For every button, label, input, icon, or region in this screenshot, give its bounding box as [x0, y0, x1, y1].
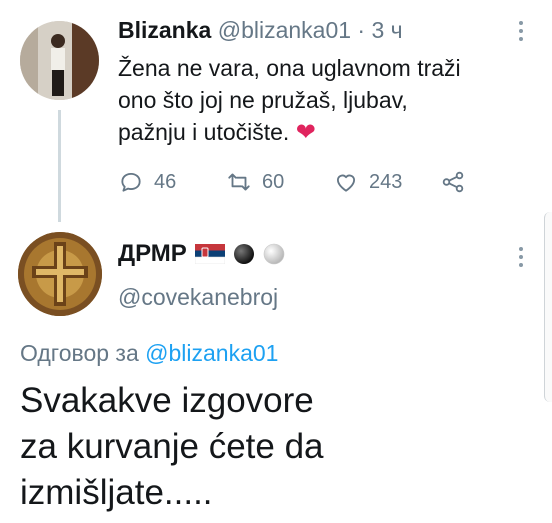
author-handle[interactable]: @covekanebroj	[118, 284, 278, 311]
thread-line	[58, 110, 61, 222]
retweet-icon	[228, 173, 250, 191]
author-handle[interactable]: @blizanka01	[218, 17, 351, 43]
like-icon	[336, 174, 356, 192]
more-icon[interactable]	[517, 247, 525, 271]
more-icon[interactable]	[517, 21, 525, 45]
serbian-flag-icon	[194, 244, 225, 264]
reply-context: Одговор за @blizanka01	[20, 340, 278, 367]
tweet-header: Blizanka @blizanka01 · 3 ч	[118, 14, 403, 46]
reply-text: Svakakve izgovore za kurvanje ćete da iz…	[20, 381, 324, 512]
share-button[interactable]	[440, 169, 466, 195]
black-ball-icon	[233, 244, 254, 264]
reply-to-link[interactable]: @blizanka01	[145, 340, 278, 366]
author-name[interactable]: Blizanka	[118, 17, 211, 43]
reply-prefix: Одговор за	[20, 340, 146, 366]
heart-emoji: ❤	[295, 119, 316, 146]
like-count: 243	[369, 170, 403, 193]
reply-count: 46	[154, 170, 177, 193]
reply-author: ДРМР	[118, 240, 285, 268]
reply-button[interactable]: 46	[118, 169, 176, 195]
scroll-edge	[544, 212, 552, 402]
tweet-body: Žena ne vara, ona uglavnom traži ono što…	[118, 52, 518, 149]
author-name[interactable]: ДРМР	[118, 240, 187, 268]
white-ball-icon	[263, 243, 285, 265]
avatar[interactable]	[18, 232, 102, 316]
share-icon	[442, 171, 464, 193]
time-separator: ·	[351, 17, 372, 43]
tweet-text: Žena ne vara, ona uglavnom traži ono što…	[118, 55, 461, 145]
like-button[interactable]: 243	[333, 169, 402, 195]
tweet-time[interactable]: 3 ч	[372, 17, 403, 43]
retweet-button[interactable]: 60	[226, 169, 284, 195]
avatar[interactable]	[20, 21, 99, 100]
reply-icon	[121, 172, 141, 192]
retweet-count: 60	[262, 170, 285, 193]
